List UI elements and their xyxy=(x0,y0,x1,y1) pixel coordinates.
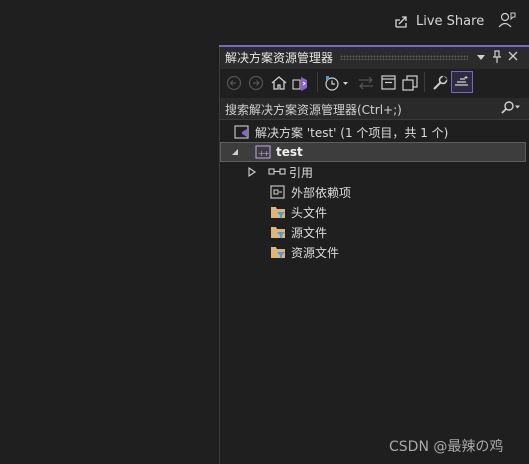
svg-text:+: + xyxy=(263,149,270,158)
cpp-project-icon: + + xyxy=(255,144,271,160)
show-all-files-icon[interactable] xyxy=(401,74,419,92)
close-icon[interactable] xyxy=(508,51,518,61)
panel-title: 解决方案资源管理器 xyxy=(225,51,334,65)
search-icon[interactable] xyxy=(500,101,522,115)
filter-folder-icon xyxy=(270,204,286,220)
references-label: 引用 xyxy=(289,165,314,180)
tree-solution-node[interactable]: 解决方案 'test' (1 个项目，共 1 个) xyxy=(234,122,448,142)
solution-label: 解决方案 'test' (1 个项目，共 1 个) xyxy=(255,125,449,140)
switch-views-icon[interactable] xyxy=(291,74,309,92)
tree-project-node[interactable]: + + test xyxy=(220,142,526,162)
tree-item-resource-files[interactable]: 资源文件 xyxy=(270,242,339,262)
filter-folder-icon xyxy=(270,224,286,240)
collapsed-arrow-icon[interactable] xyxy=(248,167,256,177)
live-share-icon xyxy=(394,13,410,29)
pin-icon[interactable] xyxy=(492,50,502,64)
drag-grip[interactable] xyxy=(340,55,468,60)
solution-icon xyxy=(234,124,250,140)
preview-selected-icon[interactable] xyxy=(451,71,473,93)
tree-item-references[interactable]: 引用 xyxy=(248,162,313,182)
header-files-label: 头文件 xyxy=(291,205,328,220)
external-dependencies-icon xyxy=(270,184,286,200)
feedback-person-icon[interactable] xyxy=(498,11,516,29)
forward-icon[interactable] xyxy=(248,75,264,91)
sync-icon[interactable] xyxy=(357,75,375,91)
watermark: CSDN @最辣の鸡 xyxy=(389,439,504,455)
search-placeholder: 搜索解决方案资源管理器(Ctrl+;) xyxy=(225,103,402,117)
expand-arrow-icon[interactable] xyxy=(231,148,239,156)
tree-item-external-deps[interactable]: 外部依赖项 xyxy=(270,182,351,202)
toolbar-separator xyxy=(424,72,425,92)
dropdown-icon[interactable] xyxy=(476,51,486,63)
source-files-label: 源文件 xyxy=(291,225,328,240)
filter-folder-icon xyxy=(270,244,286,260)
tree-item-header-files[interactable]: 头文件 xyxy=(270,202,327,222)
external-deps-label: 外部依赖项 xyxy=(291,185,352,200)
project-label: test xyxy=(276,145,303,159)
collapse-all-icon[interactable] xyxy=(380,74,398,92)
home-icon[interactable] xyxy=(270,74,288,92)
toolbar-separator xyxy=(317,72,318,92)
tree-item-source-files[interactable]: 源文件 xyxy=(270,222,327,242)
live-share-button[interactable]: Live Share xyxy=(394,10,484,32)
resource-files-label: 资源文件 xyxy=(291,245,340,260)
live-share-label: Live Share xyxy=(416,13,485,29)
back-icon[interactable] xyxy=(226,75,242,91)
properties-icon[interactable] xyxy=(431,74,449,92)
pending-changes-icon[interactable] xyxy=(323,74,349,92)
references-icon xyxy=(268,165,286,179)
